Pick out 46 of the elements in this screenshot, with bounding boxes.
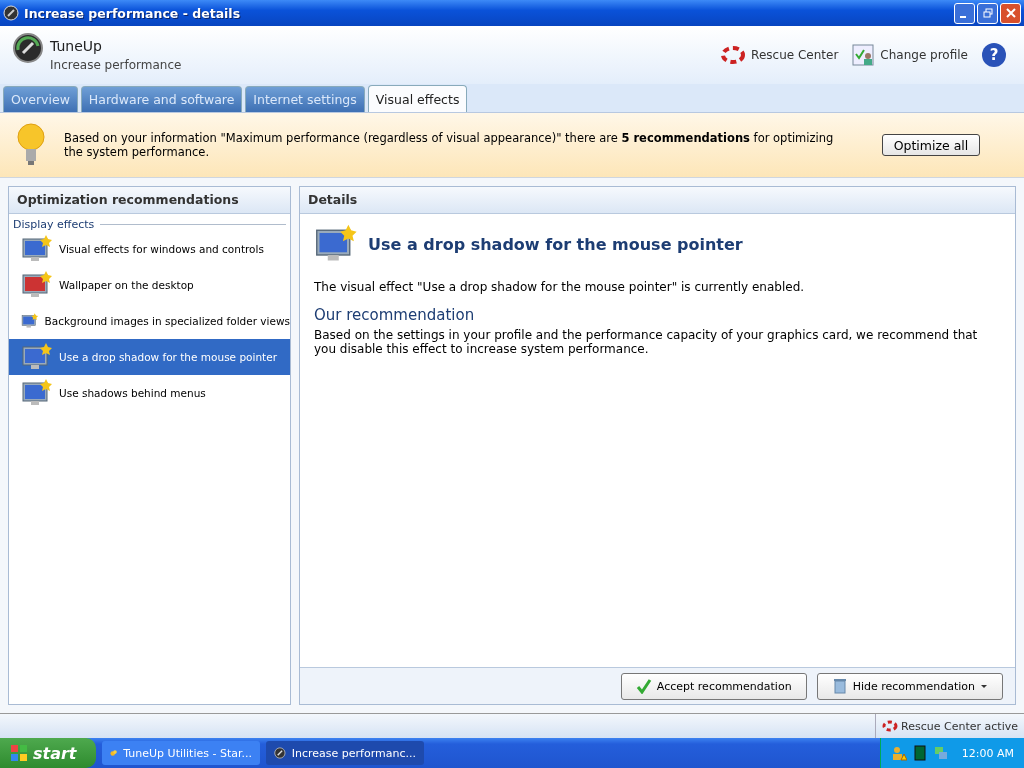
details-heading: Use a drop shadow for the mouse pointer bbox=[368, 234, 743, 254]
header-link[interactable]: Rescue Center bbox=[721, 46, 839, 64]
checkmark-icon bbox=[635, 678, 652, 694]
header-link[interactable]: Change profile bbox=[852, 44, 968, 66]
trash-icon bbox=[831, 678, 848, 694]
section-heading: Our recommendation bbox=[314, 306, 476, 324]
lightbulb-icon bbox=[16, 122, 46, 168]
recommendation-item[interactable]: Visual effects for windows and controls bbox=[9, 231, 290, 267]
lifebuoy-icon bbox=[882, 720, 899, 732]
restore-icon bbox=[982, 8, 993, 18]
minimize-icon bbox=[960, 16, 966, 18]
meter-icon[interactable] bbox=[911, 745, 928, 761]
lifebuoy-icon bbox=[721, 46, 746, 64]
app-name: TuneUp bbox=[50, 38, 103, 54]
recommendation-item[interactable]: Background images in specialized folder views bbox=[9, 303, 290, 339]
app-subtitle: Increase performance bbox=[50, 58, 183, 72]
recommendation-text: Based on the settings in your profile and the performance capacity of your graphics card, we recommend that you disable this effect to increase system performance. bbox=[314, 328, 979, 356]
close-icon bbox=[1005, 8, 1016, 18]
close-button[interactable] bbox=[1000, 2, 1021, 24]
help-button[interactable]: ? bbox=[982, 43, 1006, 67]
taskbar-button[interactable]: TuneUp Utilities - Star... bbox=[102, 741, 260, 765]
window-title: Increase performance - details bbox=[24, 5, 242, 21]
optimize-all-button[interactable]: Optimize all bbox=[882, 134, 980, 156]
gauge-icon bbox=[274, 745, 286, 761]
caret-icon bbox=[980, 682, 988, 690]
users-icon[interactable] bbox=[890, 745, 907, 761]
banner-message: Based on your information "Maximum performance (regardless of visual appearance)" there are 5 recommendations for optimizing the system performance. bbox=[64, 131, 835, 159]
start-button[interactable]: start bbox=[0, 738, 96, 768]
recommendation-item[interactable]: Wallpaper on the desktop bbox=[9, 267, 290, 303]
restore-button[interactable] bbox=[977, 2, 998, 24]
windows-flag-icon bbox=[10, 744, 28, 762]
action-button[interactable]: Hide recommendation bbox=[816, 672, 1003, 700]
taskbar-button[interactable]: Increase performanc... bbox=[266, 741, 424, 765]
recommendation-item[interactable]: Use shadows behind menus bbox=[9, 375, 290, 411]
gauge-icon bbox=[3, 5, 19, 21]
status-text: The visual effect "Use a drop shadow for the mouse pointer" is currently enabled. bbox=[314, 280, 806, 294]
group-label: Display effects bbox=[13, 218, 95, 231]
minimize-button[interactable] bbox=[954, 2, 975, 24]
gauge-icon bbox=[12, 32, 44, 64]
tab[interactable]: Visual effects bbox=[367, 85, 468, 112]
action-button[interactable]: Accept recommendation bbox=[620, 672, 807, 700]
panel-header: Optimization recommendations bbox=[9, 187, 290, 214]
profile-checklist-icon bbox=[852, 44, 875, 66]
clock: 12:00 AM bbox=[961, 746, 1014, 760]
recommendation-item[interactable]: Use a drop shadow for the mouse pointer bbox=[9, 339, 290, 375]
panel-header: Details bbox=[300, 187, 1015, 214]
